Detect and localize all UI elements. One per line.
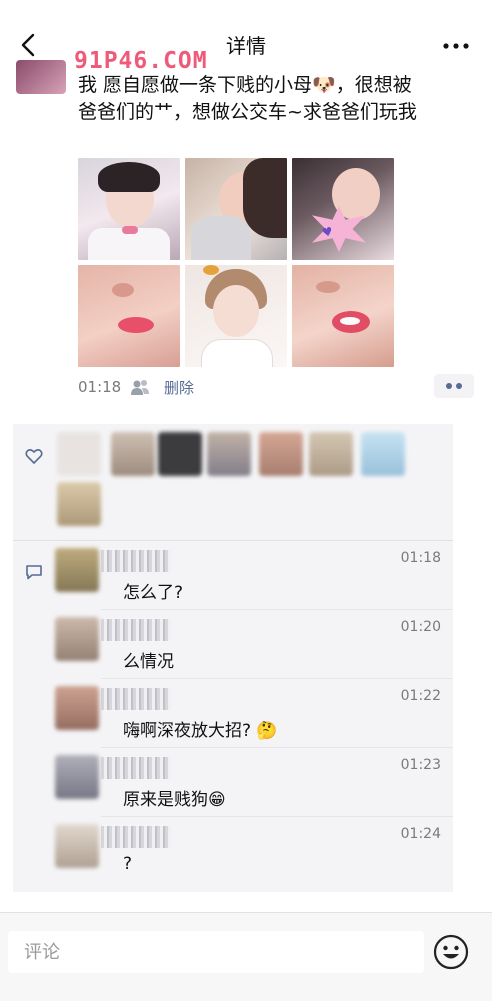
commenter-avatar[interactable] [55, 686, 99, 730]
photo-6[interactable] [292, 265, 394, 367]
comment-input[interactable] [8, 931, 424, 973]
comment-separator [101, 747, 453, 748]
photo-2[interactable] [185, 158, 287, 260]
photo-1[interactable] [78, 158, 180, 260]
like-avatar[interactable] [207, 432, 251, 476]
like-avatar[interactable] [158, 432, 202, 476]
photo-4[interactable] [78, 265, 180, 367]
author-avatar[interactable] [16, 60, 66, 94]
comment-time: 01:23 [400, 757, 441, 773]
post-meta: 01:18 删除 [78, 374, 478, 400]
comment-separator [101, 816, 453, 817]
commenter-name-blurred [101, 619, 171, 641]
commenter-name-blurred [101, 550, 171, 572]
more-icon[interactable] [442, 36, 470, 56]
watermark-text: 91P46.COM [74, 48, 208, 74]
comment-separator [101, 609, 453, 610]
like-avatar[interactable] [57, 482, 101, 526]
photo-5[interactable] [185, 265, 287, 367]
commenter-avatar[interactable] [55, 548, 99, 592]
comment-time: 01:20 [400, 619, 441, 635]
comment-text: 么情况 [123, 652, 174, 672]
like-avatar[interactable] [309, 432, 353, 476]
comment-text: 嗨啊深夜放大招? 🤔 [123, 721, 278, 741]
interaction-panel: 01:18 怎么了? 01:20 么情况 01:22 嗨啊深夜放大招? 🤔 01… [13, 424, 453, 892]
photo-grid: ♥ [78, 158, 396, 368]
comment-item[interactable]: 01:22 嗨啊深夜放大招? 🤔 [49, 680, 453, 748]
emoji-icon[interactable] [432, 933, 470, 971]
commenter-avatar[interactable] [55, 617, 99, 661]
comment-input-box [8, 931, 424, 973]
commenter-avatar[interactable] [55, 824, 99, 868]
comment-item[interactable]: 01:18 怎么了? [49, 542, 453, 610]
comment-input-bar [0, 912, 492, 1001]
post-text: 我 愿自愿做一条下贱的小母🐶，很想被爸爸们的艹，想做公交车~求爸爸们玩我 [78, 74, 417, 123]
photo-3[interactable]: ♥ [292, 158, 394, 260]
comment-item[interactable]: 01:23 原来是贱狗😁 [49, 749, 453, 817]
comment-text: ? [123, 854, 133, 874]
comment-icon [26, 565, 42, 580]
comment-text: 原来是贱狗😁 [123, 790, 226, 810]
heart-icon [25, 449, 43, 464]
comment-item[interactable]: 01:24 ? [49, 818, 453, 886]
post-time: 01:18 [78, 378, 122, 396]
like-avatar[interactable] [259, 432, 303, 476]
more-actions-button[interactable] [434, 374, 474, 398]
comment-time: 01:18 [400, 550, 441, 566]
commenter-name-blurred [101, 688, 171, 710]
commenter-avatar[interactable] [55, 755, 99, 799]
like-avatar[interactable] [57, 432, 101, 476]
delete-link[interactable]: 删除 [164, 377, 194, 398]
commenter-name-blurred [101, 826, 171, 848]
comment-time: 01:24 [400, 826, 441, 842]
like-avatar[interactable] [361, 432, 405, 476]
divider [13, 540, 453, 541]
comment-text: 怎么了? [123, 583, 184, 603]
commenter-name-blurred [101, 757, 171, 779]
comment-item[interactable]: 01:20 么情况 [49, 611, 453, 679]
like-avatar[interactable] [111, 432, 155, 476]
comment-time: 01:22 [400, 688, 441, 704]
friends-visibility-icon [131, 380, 149, 395]
comment-separator [101, 678, 453, 679]
likes-section [13, 424, 453, 536]
